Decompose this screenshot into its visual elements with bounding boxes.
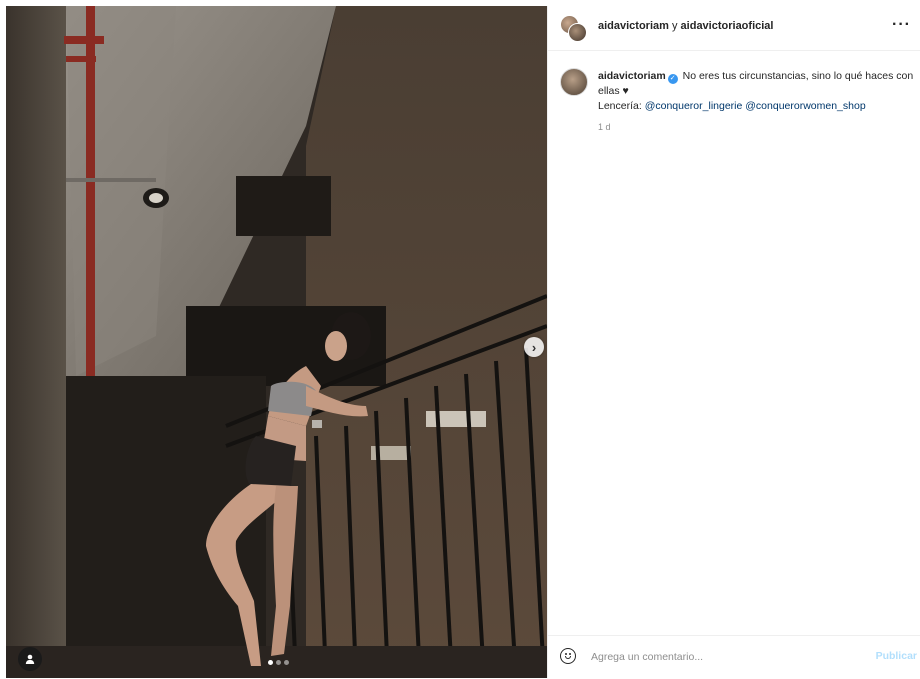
chevron-right-icon: ›: [531, 339, 537, 355]
username-link[interactable]: aidavictoriam: [598, 20, 669, 32]
joiner-text: y: [668, 20, 681, 32]
more-icon: ···: [892, 16, 911, 33]
caption-text: aidavictoriam ✓ No eres tus circunstancia…: [598, 69, 916, 114]
mention-link[interactable]: @conquerorwomen_shop: [745, 100, 865, 112]
user-tag-icon: [25, 654, 35, 664]
more-options-button[interactable]: ···: [892, 16, 911, 34]
post-photo: [6, 6, 547, 678]
caption-lingerie-label: Lencería:: [598, 100, 645, 112]
collab-avatars[interactable]: [560, 15, 587, 42]
comment-input[interactable]: [591, 649, 851, 665]
collab-usernames: aidavictoriam y aidavictoriaoficial: [598, 20, 773, 32]
carousel-dot: [268, 660, 273, 665]
post-sidebar: aidavictoriam y aidavictoriaoficial ··· …: [547, 6, 920, 678]
publish-button[interactable]: Publicar: [876, 650, 917, 662]
post-header: aidavictoriam y aidavictoriaoficial ···: [548, 6, 920, 51]
post-modal: › aidavictoriam y aidavictoriaoficial ··…: [0, 0, 920, 678]
emoji-mouth: [565, 656, 571, 659]
carousel-indicator: [268, 660, 289, 665]
mention-link[interactable]: @conqueror_lingerie: [645, 100, 743, 112]
comment-bar: Publicar: [548, 635, 920, 679]
post-media[interactable]: ›: [6, 6, 547, 678]
carousel-dot: [276, 660, 281, 665]
tagged-users-button[interactable]: [18, 647, 42, 671]
emoji-icon[interactable]: [560, 648, 576, 664]
carousel-next-button[interactable]: ›: [524, 337, 544, 357]
post-timestamp[interactable]: 1 d: [598, 122, 611, 132]
heart-icon: ♥: [622, 85, 629, 97]
username-link[interactable]: aidavictoriam: [598, 70, 666, 82]
avatar: [568, 23, 587, 42]
carousel-dot: [284, 660, 289, 665]
verified-icon: ✓: [667, 74, 678, 84]
username-link[interactable]: aidavictoriaoficial: [681, 20, 774, 32]
avatar[interactable]: [560, 68, 588, 96]
